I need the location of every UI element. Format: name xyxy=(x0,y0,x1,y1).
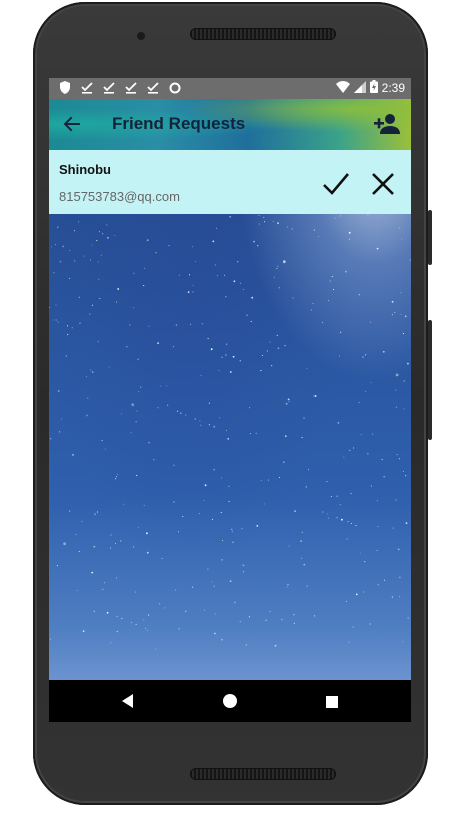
power-button xyxy=(428,210,432,265)
toolbar: Friend Requests xyxy=(49,99,411,150)
status-time: 2:39 xyxy=(381,81,405,95)
check-icon xyxy=(323,173,349,195)
check-download-icon xyxy=(101,81,117,97)
wifi-icon xyxy=(335,80,350,96)
friend-request-row[interactable]: Shinobu 815753783@qq.com xyxy=(49,150,411,214)
background-wallpaper xyxy=(49,150,411,680)
check-download-icon xyxy=(79,81,95,97)
status-bar: 2:39 xyxy=(49,78,411,99)
close-icon xyxy=(372,173,394,195)
person-add-icon[interactable] xyxy=(373,111,401,137)
check-download-icon xyxy=(145,81,161,97)
system-icons: 2:39 xyxy=(335,80,405,96)
screen: 2:39 Friend Requests Shinobu 815753783@q… xyxy=(49,78,411,722)
request-email: 815753783@qq.com xyxy=(59,189,180,204)
notification-icons xyxy=(57,81,183,97)
top-speaker xyxy=(190,28,336,40)
arrow-left-icon[interactable] xyxy=(61,113,83,135)
back-triangle-icon[interactable] xyxy=(121,694,135,708)
circle-icon xyxy=(167,82,183,97)
starfield xyxy=(49,150,411,650)
signal-icon xyxy=(353,80,366,96)
recents-square-icon[interactable] xyxy=(326,695,338,708)
home-circle-icon[interactable] xyxy=(223,694,237,708)
request-name: Shinobu xyxy=(59,162,111,177)
check-download-icon xyxy=(123,81,139,97)
front-camera xyxy=(137,32,145,40)
shield-icon xyxy=(57,81,73,97)
navigation-bar xyxy=(49,680,411,722)
battery-charging-icon xyxy=(369,80,378,96)
volume-button xyxy=(428,320,432,440)
bottom-speaker xyxy=(190,768,336,780)
accept-button[interactable] xyxy=(321,170,351,198)
page-title: Friend Requests xyxy=(112,114,246,133)
reject-button[interactable] xyxy=(369,170,397,198)
